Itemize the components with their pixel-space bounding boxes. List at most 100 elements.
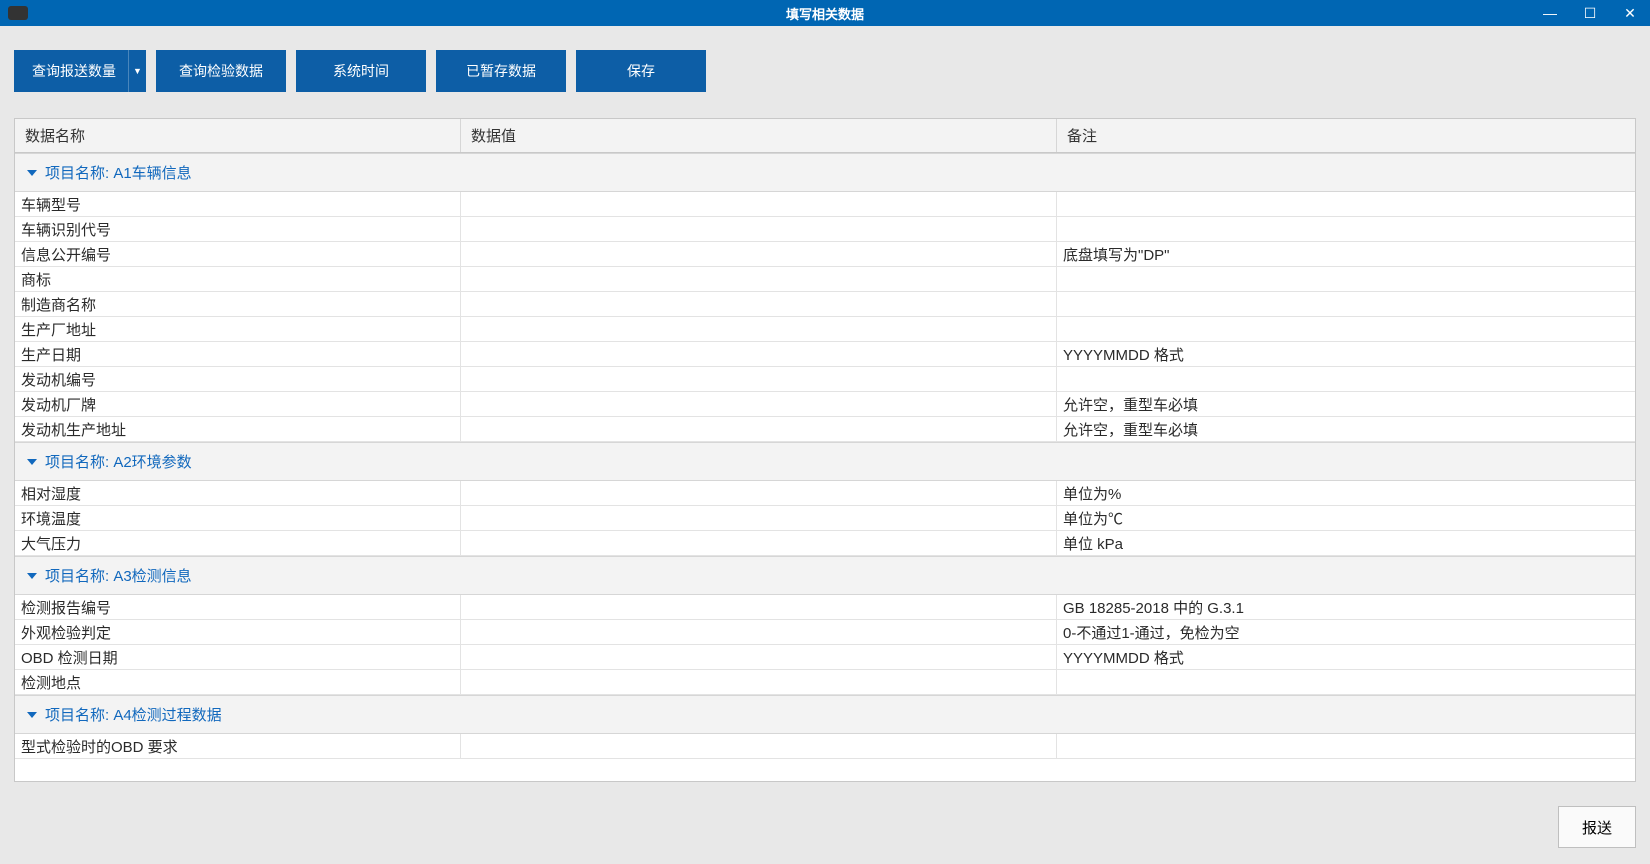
cell-name: 型式检验时的OBD 要求 bbox=[15, 734, 461, 758]
cell-value[interactable] bbox=[461, 392, 1057, 416]
group-label: 项目名称: A4检测过程数据 bbox=[45, 704, 222, 725]
table-row[interactable]: 环境温度单位为℃ bbox=[15, 506, 1635, 531]
cell-remark: 单位为℃ bbox=[1057, 506, 1635, 530]
cell-remark: 允许空，重型车必填 bbox=[1057, 417, 1635, 441]
table-row[interactable]: 大气压力 单位 kPa bbox=[15, 531, 1635, 556]
cell-remark bbox=[1057, 292, 1635, 316]
table-row[interactable]: 外观检验判定0-不通过1-通过，免检为空 bbox=[15, 620, 1635, 645]
data-grid: 数据名称 数据值 备注 项目名称: A1车辆信息车辆型号车辆识别代号信息公开编号… bbox=[14, 118, 1636, 782]
button-label: 保存 bbox=[627, 61, 655, 81]
chevron-down-icon bbox=[27, 712, 37, 718]
cell-name: 相对湿度 bbox=[15, 481, 461, 505]
cell-value[interactable] bbox=[461, 645, 1057, 669]
button-label: 报送 bbox=[1582, 820, 1612, 837]
group-label: 项目名称: A3检测信息 bbox=[45, 565, 192, 586]
grid-header: 数据名称 数据值 备注 bbox=[15, 119, 1635, 153]
app-icon bbox=[8, 6, 28, 20]
cell-remark: 允许空，重型车必填 bbox=[1057, 392, 1635, 416]
column-header-name[interactable]: 数据名称 bbox=[15, 119, 461, 152]
table-row[interactable]: 生产日期 YYYYMMDD 格式 bbox=[15, 342, 1635, 367]
column-header-remark[interactable]: 备注 bbox=[1057, 119, 1635, 152]
cell-name: 检测地点 bbox=[15, 670, 461, 694]
group-row-A2[interactable]: 项目名称: A2环境参数 bbox=[15, 442, 1635, 481]
table-row[interactable]: 车辆型号 bbox=[15, 192, 1635, 217]
group-row-A3[interactable]: 项目名称: A3检测信息 bbox=[15, 556, 1635, 595]
cell-value[interactable] bbox=[461, 192, 1057, 216]
cell-value[interactable] bbox=[461, 317, 1057, 341]
cell-value[interactable] bbox=[461, 417, 1057, 441]
cell-name: 发动机编号 bbox=[15, 367, 461, 391]
cell-remark: 单位 kPa bbox=[1057, 531, 1635, 555]
cell-value[interactable] bbox=[461, 734, 1057, 758]
cell-remark bbox=[1057, 734, 1635, 758]
cell-value[interactable] bbox=[461, 531, 1057, 555]
group-label: 项目名称: A2环境参数 bbox=[45, 451, 192, 472]
cell-name: 发动机生产地址 bbox=[15, 417, 461, 441]
temp-saved-data-button[interactable]: 已暂存数据 bbox=[436, 50, 566, 92]
table-row[interactable]: 制造商名称 bbox=[15, 292, 1635, 317]
cell-name: 生产日期 bbox=[15, 342, 461, 366]
save-button[interactable]: 保存 bbox=[576, 50, 706, 92]
cell-remark bbox=[1057, 192, 1635, 216]
table-row[interactable]: 车辆识别代号 bbox=[15, 217, 1635, 242]
button-label: 查询报送数量 bbox=[32, 61, 116, 81]
table-row[interactable]: 检测报告编号 GB 18285-2018 中的 G.3.1 bbox=[15, 595, 1635, 620]
cell-remark: YYYYMMDD 格式 bbox=[1057, 342, 1635, 366]
group-label: 项目名称: A1车辆信息 bbox=[45, 162, 192, 183]
chevron-down-icon bbox=[27, 170, 37, 176]
cell-name: 车辆型号 bbox=[15, 192, 461, 216]
cell-remark: GB 18285-2018 中的 G.3.1 bbox=[1057, 595, 1635, 619]
window-title: 填写相关数据 bbox=[786, 4, 864, 23]
table-row[interactable]: 发动机编号 bbox=[15, 367, 1635, 392]
cell-value[interactable] bbox=[461, 342, 1057, 366]
table-row[interactable]: 发动机生产地址 允许空，重型车必填 bbox=[15, 417, 1635, 442]
maximize-button[interactable]: ☐ bbox=[1570, 0, 1610, 26]
cell-value[interactable] bbox=[461, 267, 1057, 291]
system-time-button[interactable]: 系统时间 bbox=[296, 50, 426, 92]
cell-value[interactable] bbox=[461, 595, 1057, 619]
button-label: 查询检验数据 bbox=[179, 61, 263, 81]
cell-value[interactable] bbox=[461, 670, 1057, 694]
cell-value[interactable] bbox=[461, 242, 1057, 266]
cell-name: 大气压力 bbox=[15, 531, 461, 555]
cell-name: 检测报告编号 bbox=[15, 595, 461, 619]
table-row[interactable]: 发动机厂牌允许空，重型车必填 bbox=[15, 392, 1635, 417]
cell-value[interactable] bbox=[461, 506, 1057, 530]
cell-name: 生产厂地址 bbox=[15, 317, 461, 341]
table-row[interactable]: OBD 检测日期YYYYMMDD 格式 bbox=[15, 645, 1635, 670]
table-row[interactable]: 生产厂地址 bbox=[15, 317, 1635, 342]
cell-remark: 单位为% bbox=[1057, 481, 1635, 505]
cell-remark bbox=[1057, 670, 1635, 694]
chevron-down-icon[interactable]: ▼ bbox=[128, 50, 146, 92]
table-row[interactable]: 商标 bbox=[15, 267, 1635, 292]
group-row-A4[interactable]: 项目名称: A4检测过程数据 bbox=[15, 695, 1635, 734]
cell-value[interactable] bbox=[461, 292, 1057, 316]
cell-name: 商标 bbox=[15, 267, 461, 291]
grid-body[interactable]: 项目名称: A1车辆信息车辆型号车辆识别代号信息公开编号底盘填写为"DP"商标制… bbox=[15, 153, 1635, 781]
cell-value[interactable] bbox=[461, 481, 1057, 505]
toolbar: 查询报送数量 ▼ 查询检验数据 系统时间 已暂存数据 保存 bbox=[0, 26, 1650, 104]
cell-name: 车辆识别代号 bbox=[15, 217, 461, 241]
cell-name: 制造商名称 bbox=[15, 292, 461, 316]
cell-remark bbox=[1057, 217, 1635, 241]
cell-value[interactable] bbox=[461, 620, 1057, 644]
cell-remark: 0-不通过1-通过，免检为空 bbox=[1057, 620, 1635, 644]
cell-name: OBD 检测日期 bbox=[15, 645, 461, 669]
footer: 报送 bbox=[0, 796, 1650, 864]
cell-value[interactable] bbox=[461, 217, 1057, 241]
button-label: 已暂存数据 bbox=[466, 61, 536, 81]
cell-remark bbox=[1057, 367, 1635, 391]
table-row[interactable]: 信息公开编号底盘填写为"DP" bbox=[15, 242, 1635, 267]
table-row[interactable]: 相对湿度 单位为% bbox=[15, 481, 1635, 506]
column-header-value[interactable]: 数据值 bbox=[461, 119, 1057, 152]
cell-value[interactable] bbox=[461, 367, 1057, 391]
minimize-button[interactable]: — bbox=[1530, 0, 1570, 26]
submit-button[interactable]: 报送 bbox=[1558, 806, 1636, 848]
close-button[interactable]: ✕ bbox=[1610, 0, 1650, 26]
query-inspect-data-button[interactable]: 查询检验数据 bbox=[156, 50, 286, 92]
cell-remark bbox=[1057, 317, 1635, 341]
query-send-count-button[interactable]: 查询报送数量 ▼ bbox=[14, 50, 146, 92]
table-row[interactable]: 型式检验时的OBD 要求 bbox=[15, 734, 1635, 759]
group-row-A1[interactable]: 项目名称: A1车辆信息 bbox=[15, 153, 1635, 192]
table-row[interactable]: 检测地点 bbox=[15, 670, 1635, 695]
